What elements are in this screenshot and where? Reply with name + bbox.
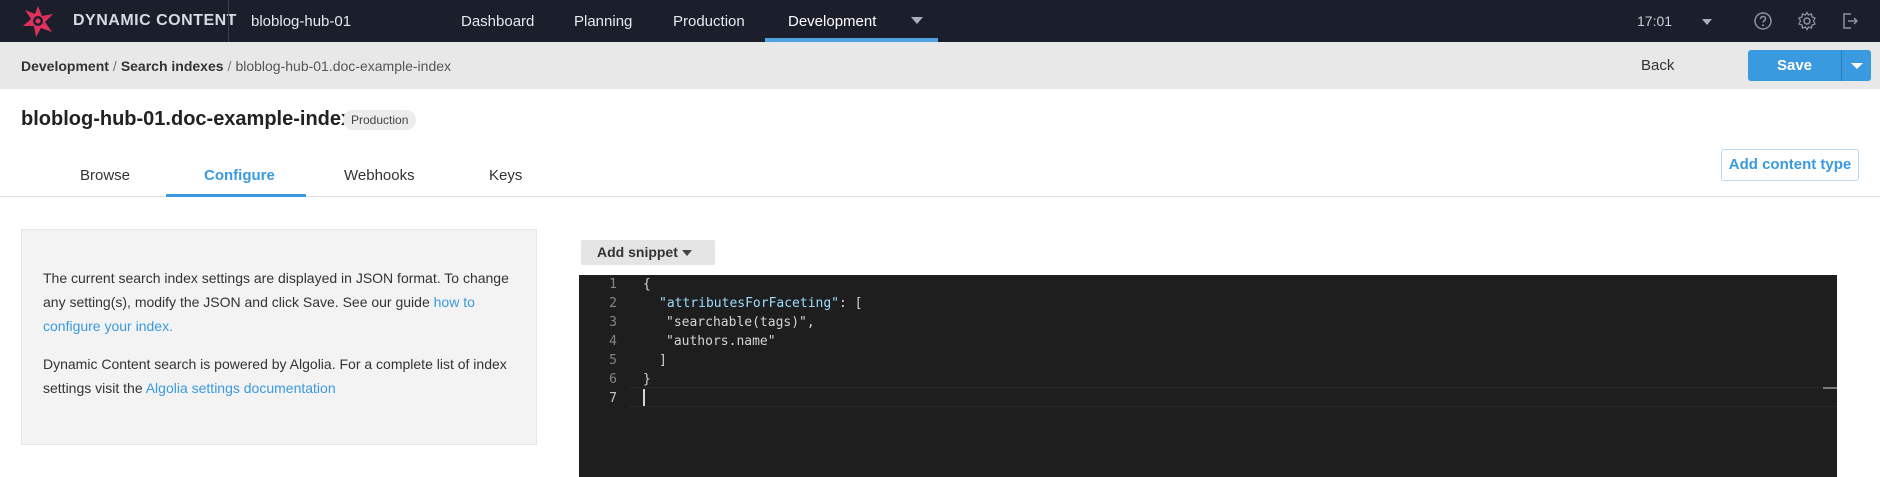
- nav-development-label: Development: [788, 13, 877, 30]
- save-options-dropdown[interactable]: [1841, 50, 1871, 81]
- clock-time[interactable]: 17:01: [1637, 13, 1672, 29]
- json-editor[interactable]: 1 2 3 4 5 6 7 { "attributesForFaceting":…: [579, 275, 1837, 477]
- breadcrumb-development[interactable]: Development: [21, 58, 109, 74]
- nav-dashboard[interactable]: Dashboard: [461, 13, 534, 30]
- add-snippet-button[interactable]: Add snippet: [581, 240, 715, 265]
- top-nav: DYNAMIC CONTENT bloblog-hub-01 Dashboard…: [0, 0, 1880, 42]
- line-number: 1: [609, 277, 617, 292]
- line-number: 2: [609, 296, 617, 311]
- add-snippet-label: Add snippet: [597, 244, 678, 260]
- breadcrumb-bar: Development / Search indexes / bloblog-hub-0…: [0, 42, 1880, 89]
- tab-keys[interactable]: Keys: [489, 167, 522, 184]
- nav-production[interactable]: Production: [673, 13, 745, 30]
- breadcrumb: Development / Search indexes / bloblog-hub-0…: [21, 58, 451, 74]
- scrollbar-marker[interactable]: [1823, 387, 1837, 389]
- chevron-down-icon[interactable]: [1702, 19, 1712, 25]
- info-paragraph: The current search index settings are di…: [43, 266, 515, 338]
- code-line: }: [643, 372, 651, 387]
- chevron-down-icon[interactable]: [911, 17, 923, 24]
- tab-active-indicator: [166, 194, 306, 197]
- info-paragraph: Dynamic Content search is powered by Alg…: [43, 352, 515, 400]
- code-key: "attributesForFaceting": [659, 296, 840, 311]
- code-string: "searchable(tags)",: [666, 315, 815, 330]
- code-line: ]: [659, 353, 667, 368]
- save-button[interactable]: Save: [1748, 50, 1841, 81]
- logout-icon[interactable]: [1840, 11, 1860, 31]
- brand-divider: [228, 0, 229, 42]
- tab-browse[interactable]: Browse: [80, 167, 130, 184]
- status-badge: Production: [343, 110, 417, 130]
- code-token: : [: [839, 296, 863, 311]
- code-line: "attributesForFaceting": [: [659, 296, 863, 311]
- breadcrumb-search-indexes[interactable]: Search indexes: [121, 58, 224, 74]
- breadcrumb-separator: /: [112, 58, 117, 74]
- code-token: }: [643, 372, 651, 387]
- code-token: ]: [659, 353, 667, 368]
- info-panel: The current search index settings are di…: [21, 229, 537, 445]
- current-line-highlight: [629, 387, 1837, 407]
- code-token: {: [643, 277, 651, 292]
- nav-development[interactable]: Development: [765, 0, 938, 42]
- text-cursor: [643, 389, 645, 406]
- code-line: "searchable(tags)",: [666, 315, 815, 330]
- code-line: "authors.name": [666, 334, 776, 349]
- code-line: {: [643, 277, 651, 292]
- dynamic-content-logo-icon[interactable]: [20, 4, 56, 38]
- line-number: 5: [609, 353, 617, 368]
- line-number: 6: [609, 372, 617, 387]
- page-title: bloblog-hub-01.doc-example-index: [21, 108, 353, 130]
- line-number: 4: [609, 334, 617, 349]
- brand-name: DYNAMIC CONTENT: [73, 12, 237, 29]
- back-button[interactable]: Back: [1641, 57, 1674, 74]
- help-icon[interactable]: [1753, 11, 1773, 31]
- tab-configure[interactable]: Configure: [204, 167, 275, 184]
- tab-webhooks[interactable]: Webhooks: [344, 167, 415, 184]
- add-content-type-button[interactable]: Add content type: [1721, 149, 1859, 181]
- nav-planning[interactable]: Planning: [574, 13, 632, 30]
- code-string: "authors.name": [666, 334, 776, 349]
- gear-icon[interactable]: [1797, 11, 1817, 31]
- chevron-down-icon: [682, 250, 692, 256]
- tab-bar: Browse Configure Webhooks Keys: [0, 150, 1880, 197]
- hub-name[interactable]: bloblog-hub-01: [251, 13, 351, 30]
- line-number: 3: [609, 315, 617, 330]
- breadcrumb-separator: /: [227, 58, 232, 74]
- algolia-docs-link[interactable]: Algolia settings documentation: [146, 380, 336, 396]
- line-number: 7: [609, 391, 617, 406]
- breadcrumb-current: bloblog-hub-01.doc-example-index: [235, 58, 452, 74]
